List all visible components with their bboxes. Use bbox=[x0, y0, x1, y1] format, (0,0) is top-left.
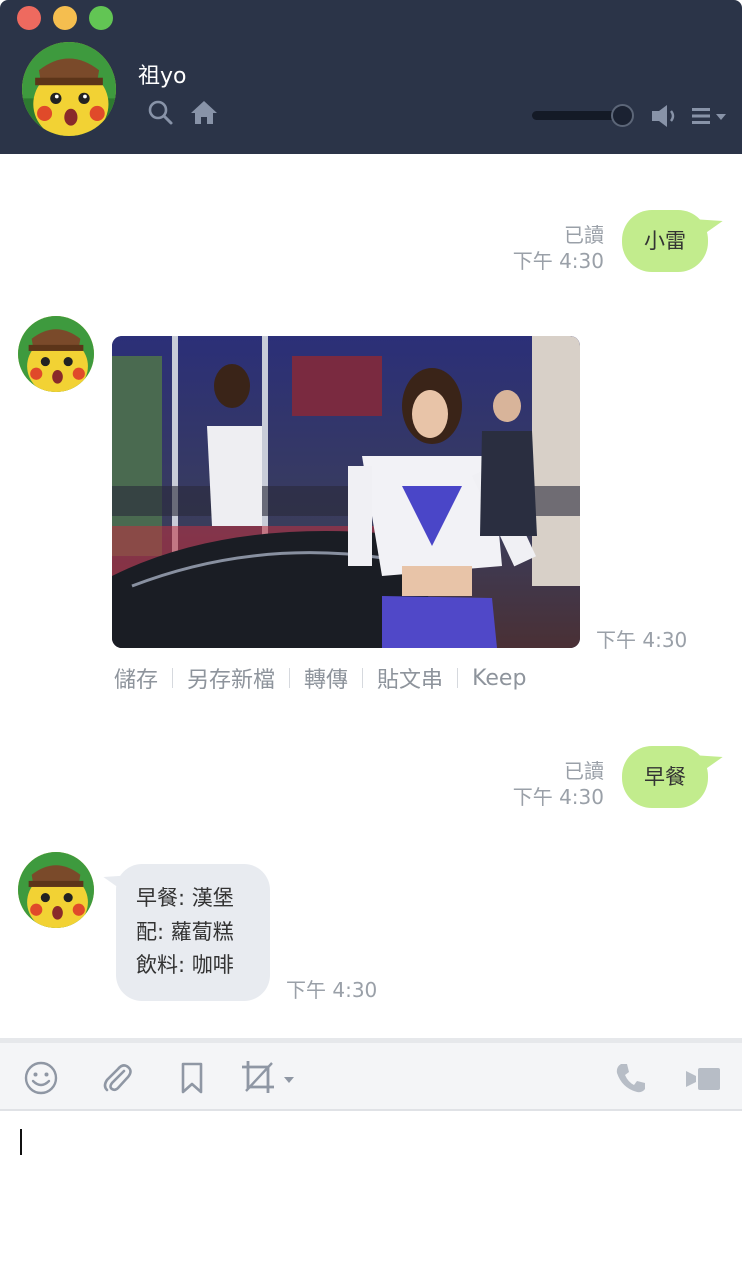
volume-slider-knob[interactable] bbox=[611, 104, 634, 127]
emoji-icon[interactable] bbox=[22, 1059, 60, 1097]
contact-name: 祖yo bbox=[138, 64, 187, 89]
contact-avatar[interactable] bbox=[22, 42, 116, 136]
minimize-window-button[interactable] bbox=[53, 6, 77, 30]
forward-button[interactable]: 轉傳 bbox=[304, 662, 348, 694]
message-meta: 已讀 下午 4:30 bbox=[513, 222, 604, 274]
read-receipt: 已讀 bbox=[564, 223, 604, 247]
received-message-bubble[interactable]: 早餐: 漢堡 配: 蘿蔔糕 飲料: 咖啡 bbox=[116, 864, 270, 1001]
message-list[interactable]: 已讀 下午 4:30 小雷 下午 4:30 儲存 另存新檔 轉傳 貼文串 Kee… bbox=[0, 154, 742, 1040]
message-time: 下午 4:30 bbox=[286, 978, 378, 1002]
message-time: 下午 4:30 bbox=[512, 249, 604, 273]
sent-message-bubble[interactable]: 小雷 bbox=[622, 210, 708, 272]
phone-icon[interactable] bbox=[612, 1059, 650, 1097]
action-separator bbox=[362, 668, 364, 688]
keep-button[interactable]: Keep bbox=[472, 666, 526, 691]
image-action-bar: 儲存 另存新檔 轉傳 貼文串 Keep bbox=[114, 662, 526, 694]
attach-icon[interactable] bbox=[98, 1059, 136, 1097]
message-time: 下午 4:30 bbox=[596, 628, 688, 652]
message-text: 小雷 bbox=[644, 229, 686, 253]
message-line: 飲料: 咖啡 bbox=[136, 953, 234, 978]
action-separator bbox=[457, 668, 459, 688]
zoom-window-button[interactable] bbox=[89, 6, 113, 30]
menu-icon[interactable] bbox=[690, 104, 728, 128]
chat-window: 祖yo 已讀 下午 4:30 小雷 下午 4:30 儲存 另存新檔 轉傳 貼文串… bbox=[0, 0, 742, 1278]
read-receipt: 已讀 bbox=[564, 759, 604, 783]
message-text: 早餐 bbox=[644, 765, 686, 789]
video-call-icon[interactable] bbox=[684, 1059, 722, 1097]
crop-icon[interactable] bbox=[240, 1059, 296, 1097]
message-line: 配: 蘿蔔糕 bbox=[136, 919, 234, 944]
text-cursor bbox=[20, 1129, 22, 1155]
message-line: 早餐: 漢堡 bbox=[136, 886, 234, 910]
post-to-timeline-button[interactable]: 貼文串 bbox=[377, 662, 443, 694]
action-separator bbox=[172, 668, 174, 688]
action-separator bbox=[289, 668, 291, 688]
save-image-button[interactable]: 儲存 bbox=[114, 662, 158, 694]
message-meta: 已讀 下午 4:30 bbox=[513, 758, 604, 810]
chat-header: 祖yo bbox=[0, 0, 742, 154]
input-toolbar bbox=[0, 1043, 742, 1111]
bookmark-icon[interactable] bbox=[173, 1059, 211, 1097]
search-icon[interactable] bbox=[146, 98, 174, 126]
sent-message-bubble[interactable]: 早餐 bbox=[622, 746, 708, 808]
message-time: 下午 4:30 bbox=[512, 785, 604, 809]
message-input[interactable] bbox=[0, 1113, 742, 1278]
sender-avatar[interactable] bbox=[18, 316, 94, 392]
home-icon[interactable] bbox=[190, 98, 218, 126]
speaker-icon[interactable] bbox=[650, 103, 678, 129]
received-photo[interactable] bbox=[112, 336, 580, 648]
save-as-button[interactable]: 另存新檔 bbox=[187, 662, 275, 694]
sender-avatar[interactable] bbox=[18, 852, 94, 928]
close-window-button[interactable] bbox=[17, 6, 41, 30]
